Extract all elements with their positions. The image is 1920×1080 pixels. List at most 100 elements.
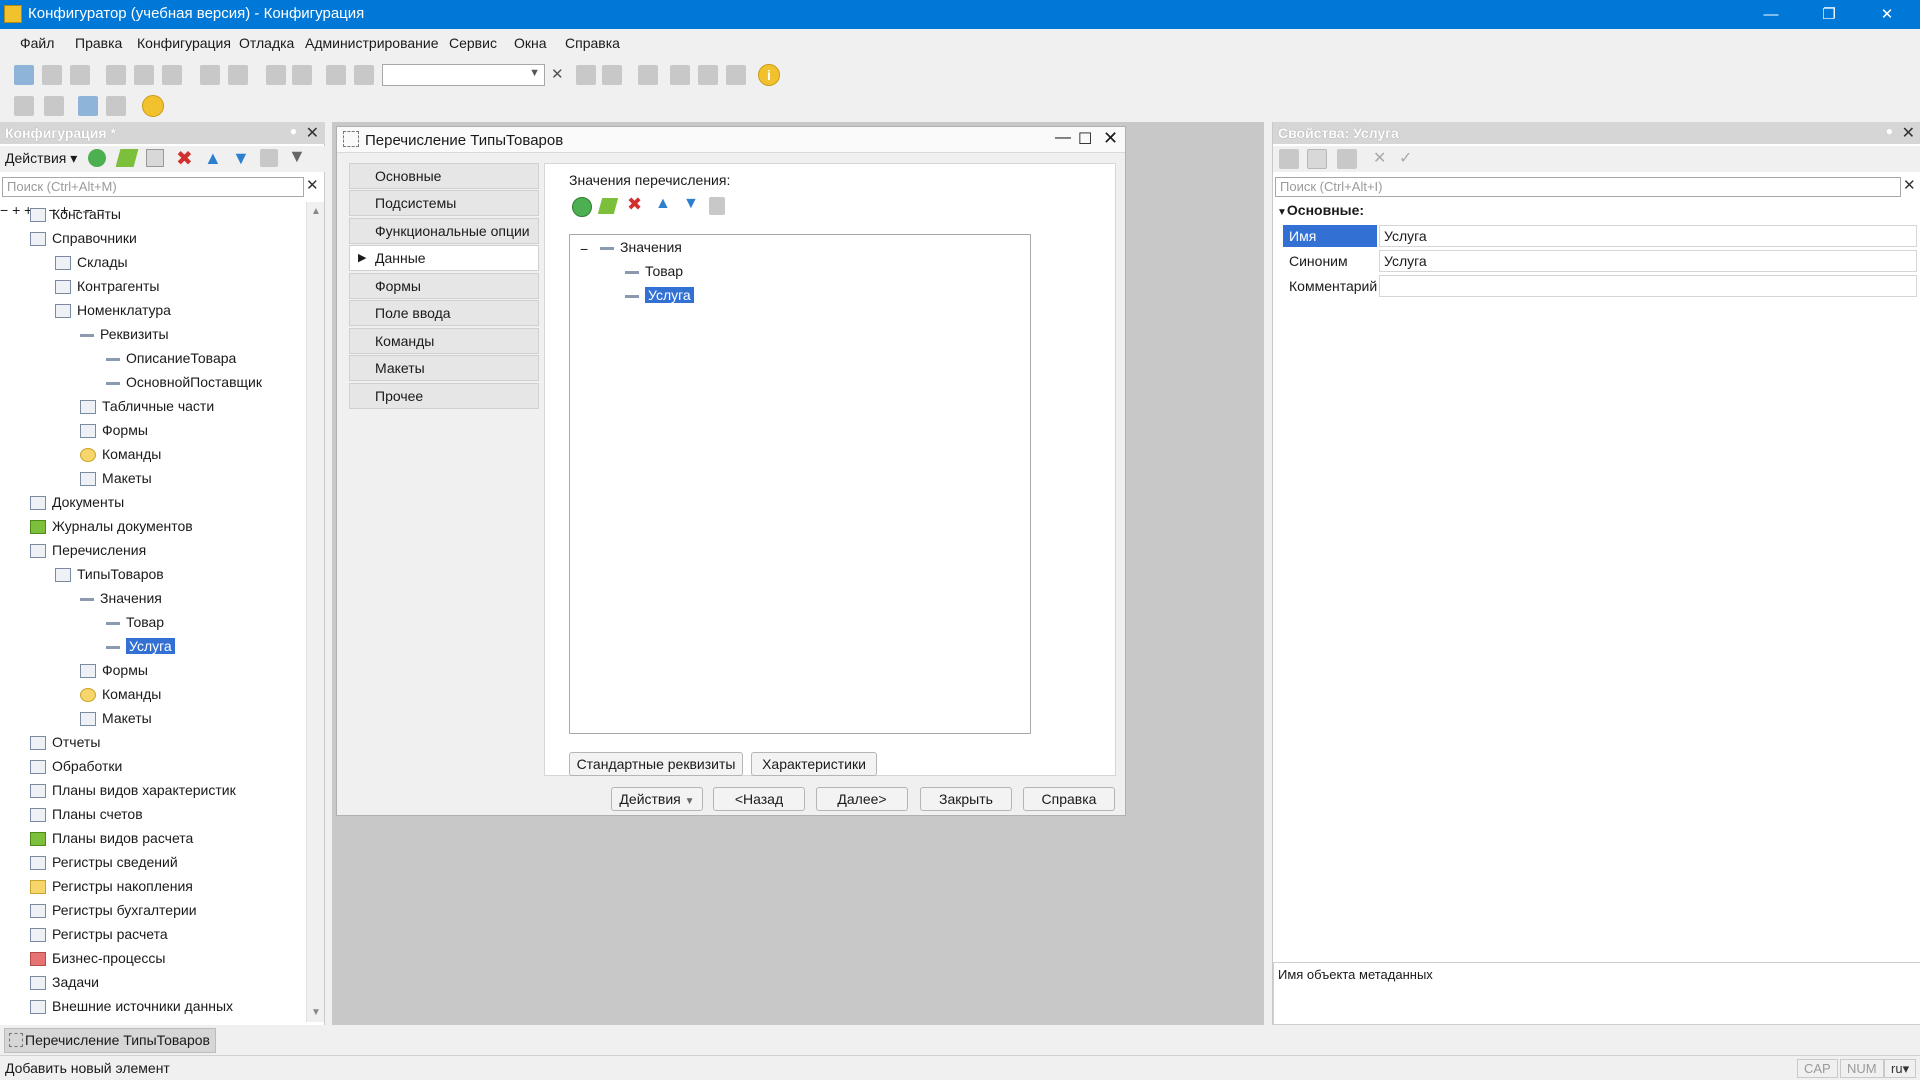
tree-item-enumerations[interactable]: Перечисления: [30, 538, 146, 562]
tree-item-tasks[interactable]: Задачи: [30, 970, 99, 994]
info-icon[interactable]: i: [758, 64, 780, 86]
menu-windows[interactable]: Окна: [514, 35, 547, 51]
scroll-down-icon[interactable]: ▼: [311, 1007, 321, 1018]
find-prev-icon[interactable]: [602, 65, 622, 85]
tree-item-attributes[interactable]: Реквизиты: [80, 322, 169, 346]
back-button[interactable]: <Назад: [713, 787, 805, 811]
redo-icon[interactable]: [292, 65, 312, 85]
apply-icon[interactable]: ✓: [1399, 148, 1412, 168]
undo-icon[interactable]: [266, 65, 286, 85]
menu-administration[interactable]: Администрирование: [305, 35, 439, 51]
task-tab-product-types[interactable]: Перечисление ТипыТоваров: [4, 1028, 216, 1053]
tree-item-external-sources[interactable]: Внешние источники данных: [30, 994, 233, 1018]
tree-item-documents[interactable]: Документы: [30, 490, 124, 514]
tree-item-templates[interactable]: Макеты: [80, 466, 152, 490]
search-combo-input[interactable]: ▼: [382, 64, 545, 86]
compare-icon[interactable]: [44, 96, 64, 116]
run-debug-icon[interactable]: [142, 95, 164, 117]
tree-item-data-processors[interactable]: Обработки: [30, 754, 122, 778]
move-up-icon[interactable]: ▲: [204, 148, 222, 169]
search-icon[interactable]: [354, 65, 374, 85]
add-value-icon[interactable]: [572, 197, 592, 217]
tree-item-calculation-registers[interactable]: Регистры расчета: [30, 922, 168, 946]
tree-item-forms[interactable]: Формы: [80, 658, 148, 682]
find-in-page-icon[interactable]: [326, 65, 346, 85]
tree-item-product-description[interactable]: ОписаниеТовара: [106, 346, 236, 370]
close-button[interactable]: Закрыть: [920, 787, 1012, 811]
prop-name-field[interactable]: Услуга: [1379, 225, 1917, 247]
prop-synonym-field[interactable]: Услуга: [1379, 250, 1917, 272]
window-icon[interactable]: [638, 65, 658, 85]
tab-data[interactable]: ▶ Данные: [349, 245, 539, 271]
menu-help[interactable]: Справка: [565, 35, 620, 51]
move-value-down-icon[interactable]: ▼: [683, 195, 699, 213]
prop-comment-field[interactable]: [1379, 275, 1917, 297]
next-button[interactable]: Далее>: [816, 787, 908, 811]
tab-other[interactable]: Прочее: [349, 383, 539, 409]
close-dialog-icon[interactable]: ✕: [1103, 128, 1118, 149]
new-file-icon[interactable]: [14, 65, 34, 85]
edit-value-icon[interactable]: [597, 198, 619, 214]
tree-scrollbar[interactable]: ▲ ▼: [306, 202, 324, 1022]
help-button[interactable]: Справка: [1023, 787, 1115, 811]
clear-tree-search-icon[interactable]: ✕: [306, 176, 319, 194]
value-item-product[interactable]: Товар: [625, 259, 683, 283]
tab-forms[interactable]: Формы: [349, 273, 539, 299]
tree-search-input[interactable]: Поиск (Ctrl+Alt+M): [2, 177, 304, 197]
tree-item-commands[interactable]: Команды: [80, 682, 161, 706]
wizard-icon[interactable]: [670, 65, 690, 85]
tree-item-calculation-types[interactable]: Планы видов расчета: [30, 826, 193, 850]
language-indicator[interactable]: ru▾: [1884, 1059, 1917, 1078]
find-next-icon[interactable]: [576, 65, 596, 85]
tree-item-value-service[interactable]: Услуга: [106, 634, 175, 658]
properties-search-input[interactable]: Поиск (Ctrl+Alt+I): [1275, 177, 1901, 197]
restore-button[interactable]: ❐: [1806, 0, 1852, 29]
tree-item-product-types[interactable]: ТипыТоваров: [55, 562, 164, 586]
chevron-down-icon[interactable]: ▼: [529, 67, 540, 79]
tree-item-warehouses[interactable]: Склады: [55, 250, 128, 274]
tab-commands[interactable]: Команды: [349, 328, 539, 354]
tree-item-catalogs[interactable]: Справочники: [30, 226, 137, 250]
tree-item-commands[interactable]: Команды: [80, 442, 161, 466]
tab-basic[interactable]: Основные: [349, 163, 539, 189]
tree-item-constants[interactable]: Константы: [30, 202, 121, 226]
menu-debug[interactable]: Отладка: [239, 35, 294, 51]
actions-menu[interactable]: Действия ▾: [5, 150, 77, 167]
tree-item-document-journals[interactable]: Журналы документов: [30, 514, 193, 538]
sort-icon[interactable]: [260, 149, 278, 167]
save-icon[interactable]: [70, 65, 90, 85]
print-preview-icon[interactable]: [228, 65, 248, 85]
close-panel-icon[interactable]: ✕: [306, 123, 319, 143]
calc-icon[interactable]: [726, 65, 746, 85]
copy-icon[interactable]: [134, 65, 154, 85]
delete-icon[interactable]: ✖: [176, 146, 193, 171]
tree-item-characteristic-types[interactable]: Планы видов характеристик: [30, 778, 236, 802]
edit-icon[interactable]: [115, 149, 139, 167]
open-file-icon[interactable]: [42, 65, 62, 85]
table-icon[interactable]: [106, 96, 126, 116]
value-item-service[interactable]: Услуга: [625, 283, 694, 307]
close-panel-icon[interactable]: ✕: [1902, 123, 1915, 143]
pin-icon[interactable]: ●: [290, 124, 297, 138]
sort-alpha-icon[interactable]: [1279, 149, 1299, 169]
categorize-icon[interactable]: [1307, 149, 1327, 169]
tab-functional-options[interactable]: Функциональные опции: [349, 218, 539, 244]
paste-icon[interactable]: [162, 65, 182, 85]
clear-value-icon[interactable]: ✕: [1373, 148, 1386, 168]
clear-properties-search-icon[interactable]: ✕: [1903, 176, 1916, 194]
menu-edit[interactable]: Правка: [75, 35, 122, 51]
tab-templates[interactable]: Макеты: [349, 355, 539, 381]
menu-configuration[interactable]: Конфигурация: [137, 35, 231, 51]
tree-item-value-product[interactable]: Товар: [106, 610, 164, 634]
tree-item-accounting-registers[interactable]: Регистры бухгалтерии: [30, 898, 197, 922]
filter-icon[interactable]: ▼: [288, 146, 306, 167]
pin-icon[interactable]: ●: [1886, 124, 1893, 138]
tree-item-business-processes[interactable]: Бизнес-процессы: [30, 946, 165, 970]
sort-values-icon[interactable]: [709, 197, 725, 215]
tree-item-forms[interactable]: Формы: [80, 418, 148, 442]
print-icon[interactable]: [200, 65, 220, 85]
tree-item-accumulation-registers[interactable]: Регистры накопления: [30, 874, 193, 898]
clear-search-icon[interactable]: ✕: [551, 65, 564, 83]
tab-subsystems[interactable]: Подсистемы: [349, 190, 539, 216]
collapse-icon[interactable]: −: [0, 202, 8, 218]
